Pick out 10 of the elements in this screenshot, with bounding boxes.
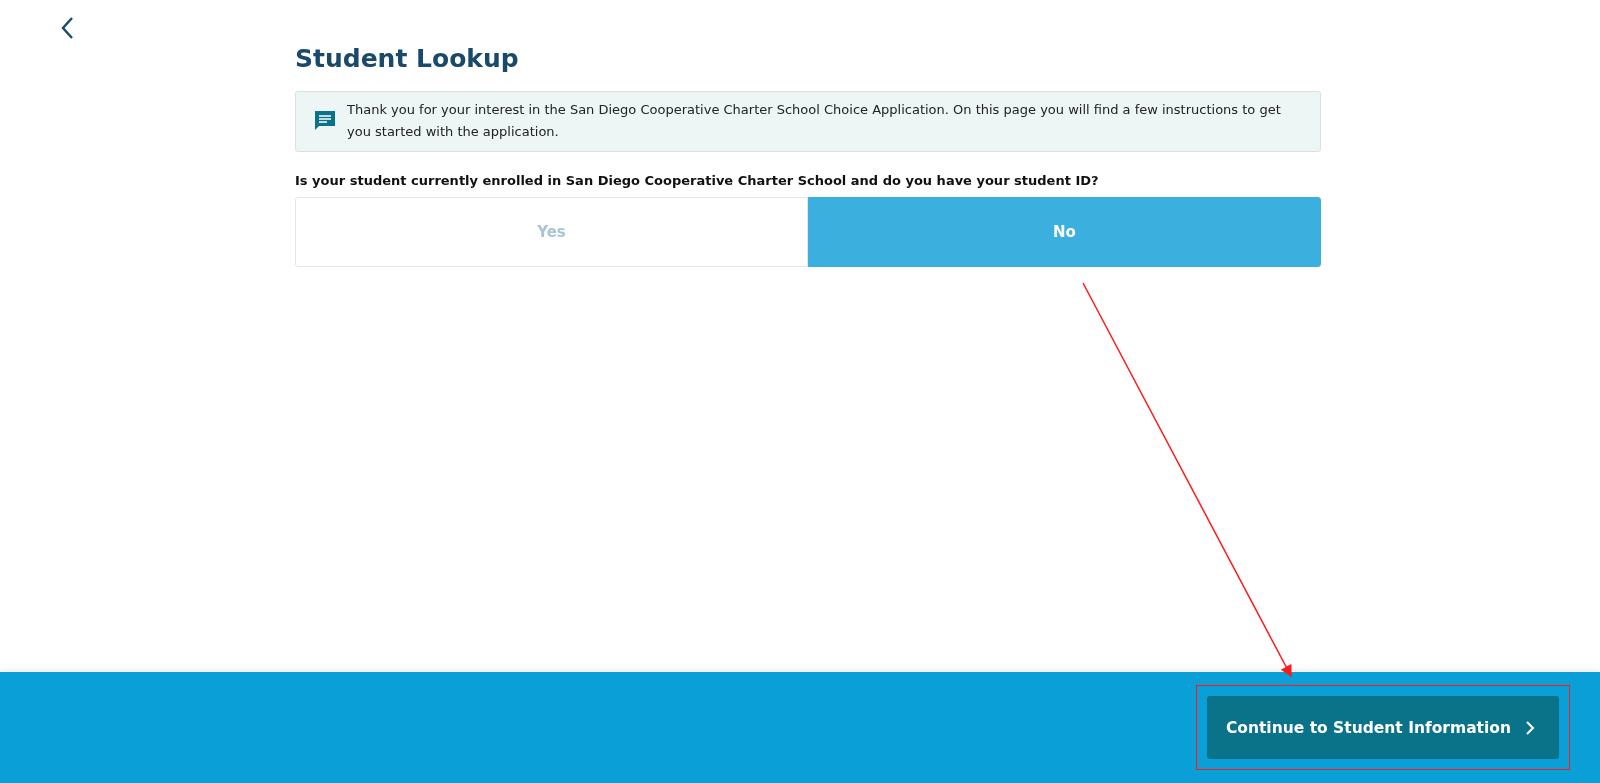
choice-option[interactable]: Yes xyxy=(295,197,808,267)
message-icon xyxy=(313,109,337,133)
question-label: Is your student currently enrolled in San Diego Cooperative Charter School and do you have your student ID? xyxy=(295,173,1100,188)
page-title: Student Lookup xyxy=(295,44,520,73)
continue-button[interactable]: Continue to Student Information xyxy=(1206,696,1559,759)
info-text: Thank you for your interest in the San Diego Cooperative Charter School Choice Application. On this page you will find a few instructions to get you started with the application. xyxy=(347,101,1282,141)
back-button[interactable] xyxy=(60,16,74,40)
choice-option[interactable]: No xyxy=(808,197,1321,267)
chevron-right-icon xyxy=(1525,720,1535,735)
chevron-left-icon xyxy=(60,16,74,40)
